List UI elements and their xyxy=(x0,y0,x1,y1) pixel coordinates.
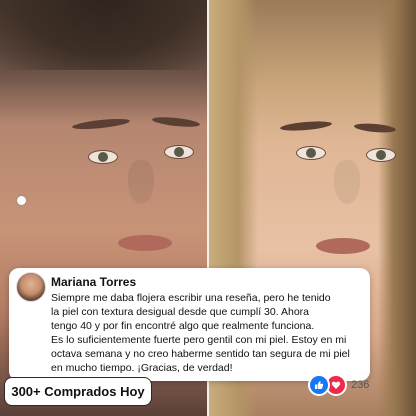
reactions-summary[interactable]: 236 xyxy=(308,374,369,396)
eyebrow xyxy=(151,115,201,129)
review-card: Mariana Torres Siempre me daba flojera e… xyxy=(9,268,370,381)
nose xyxy=(128,160,154,204)
eye xyxy=(366,148,396,162)
avatar[interactable] xyxy=(16,272,46,302)
hair xyxy=(378,0,416,416)
eye xyxy=(164,145,194,159)
review-line: en mucho tiempo. ¡Gracias, de verdad! xyxy=(51,362,233,374)
earring xyxy=(17,196,26,205)
eyebrow xyxy=(279,119,333,133)
purchased-badge: 300+ Comprados Hoy xyxy=(4,377,152,406)
like-icon xyxy=(308,374,330,396)
reviewer-name[interactable]: Mariana Torres xyxy=(51,275,136,289)
review-line: la piel con textura desigual desde que c… xyxy=(51,306,310,318)
eye xyxy=(88,150,118,164)
lips xyxy=(316,238,370,254)
reaction-count: 236 xyxy=(351,379,370,391)
review-line: Es lo suficientemente fuerte pero gentil… xyxy=(51,334,347,346)
nose xyxy=(334,160,360,204)
eye xyxy=(296,146,326,160)
review-line: tengo 40 y por fin encontré algo que rea… xyxy=(51,320,315,332)
review-text: Siempre me daba flojera escribir una res… xyxy=(51,291,369,375)
eyebrow xyxy=(71,116,131,132)
review-line: octava semana y no creo haberme sentido … xyxy=(51,348,350,360)
review-line: Siempre me daba flojera escribir una res… xyxy=(51,292,331,304)
hair xyxy=(0,0,208,70)
purchased-badge-label: 300+ Comprados Hoy xyxy=(11,384,145,399)
lips xyxy=(118,235,172,251)
